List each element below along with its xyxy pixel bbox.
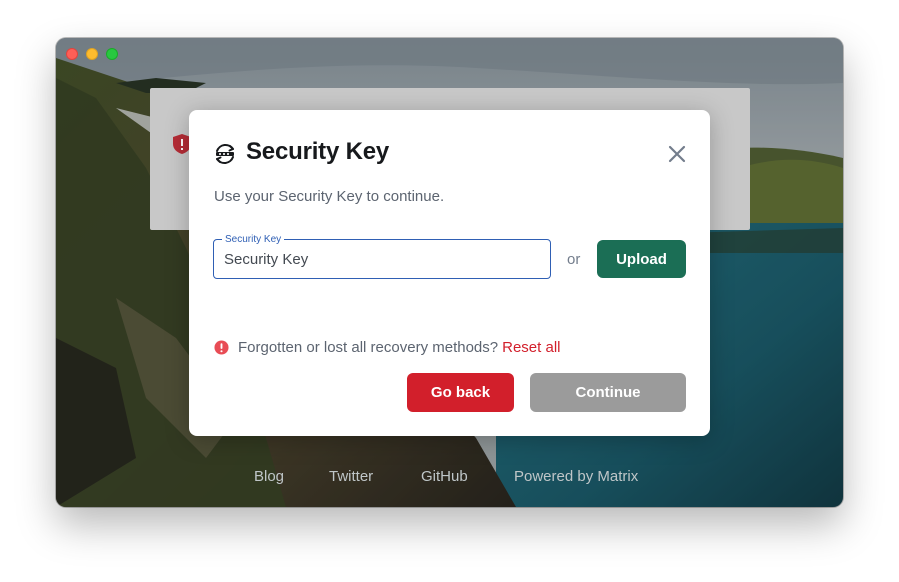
warning-icon [214, 340, 229, 355]
reset-all-link[interactable]: Reset all [502, 339, 560, 356]
window-minimize-button[interactable] [86, 48, 98, 60]
upload-button[interactable]: Upload [597, 240, 686, 278]
security-key-icon [216, 144, 234, 164]
recovery-warning: Forgotten or lost all recovery methods? … [214, 339, 560, 356]
continue-button[interactable]: Continue [530, 373, 686, 412]
footer-link-blog[interactable]: Blog [254, 468, 284, 485]
security-key-input[interactable] [224, 248, 540, 270]
window-controls [66, 48, 118, 60]
footer-link-twitter[interactable]: Twitter [329, 468, 373, 485]
footer-link-powered-by[interactable]: Powered by Matrix [514, 468, 638, 485]
footer-link-github[interactable]: GitHub [421, 468, 468, 485]
close-icon[interactable] [665, 142, 689, 166]
security-key-field-label: Security Key [222, 234, 285, 246]
security-key-dialog: Security Key Use your Security Key to co… [189, 110, 710, 436]
go-back-button[interactable]: Go back [407, 373, 514, 412]
dialog-description: Use your Security Key to continue. [214, 188, 445, 205]
dialog-title: Security Key [246, 138, 390, 165]
window-close-button[interactable] [66, 48, 78, 60]
or-separator: or [567, 251, 581, 268]
security-key-field[interactable]: Security Key [213, 234, 551, 279]
recovery-warning-text: Forgotten or lost all recovery methods? [238, 339, 499, 356]
window-maximize-button[interactable] [106, 48, 118, 60]
